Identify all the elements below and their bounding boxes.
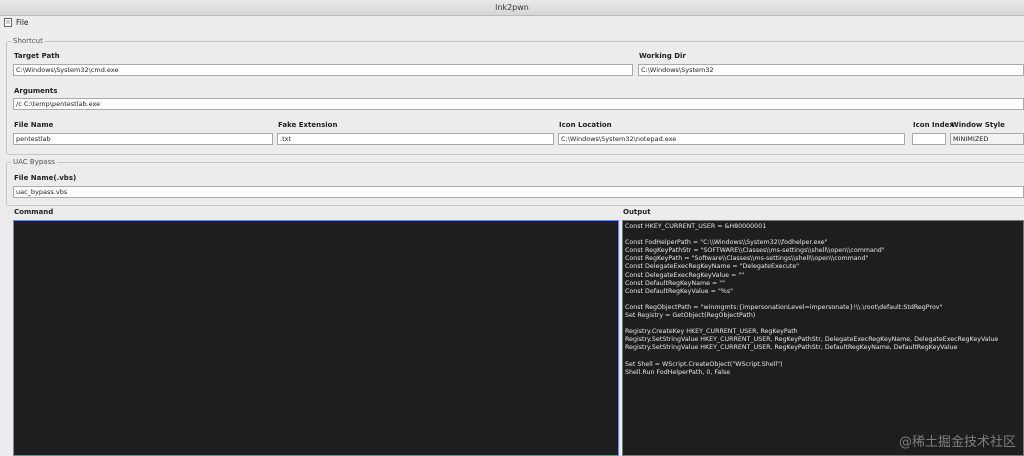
arguments-field[interactable]: /c C:\temp\pentestlab.exe (13, 98, 1024, 110)
file-name-field[interactable]: pentestlab (13, 133, 273, 145)
icon-location-field[interactable]: C:\Windows\System32\notepad.exe (558, 133, 905, 145)
working-dir-field[interactable]: C:\Windows\System32 (638, 64, 1024, 76)
window-style-label: Window Style (951, 121, 1005, 129)
icon-index-label: Icon Index (913, 121, 954, 129)
arguments-label: Arguments (14, 87, 58, 95)
fake-extension-field[interactable]: .txt (277, 133, 554, 145)
watermark: @稀土掘金技术社区 (898, 435, 1016, 450)
command-textarea[interactable] (13, 220, 619, 456)
file-name-label: File Name (14, 121, 54, 129)
icon-index-field[interactable] (912, 133, 946, 145)
target-path-field[interactable]: C:\Windows\System32\cmd.exe (13, 64, 633, 76)
output-text: Const HKEY_CURRENT_USER = &H80000001 Con… (625, 223, 999, 376)
window-title: lnk2pwn (495, 3, 529, 12)
uac-bypass-legend: UAC Bypass (13, 158, 55, 166)
window-style-value: MINIMIZED (953, 135, 989, 143)
icon-location-label: Icon Location (559, 121, 612, 129)
command-label: Command (14, 208, 54, 216)
vbs-file-name-field[interactable]: uac_bypass.vbs (13, 186, 1024, 198)
file-menu-icon[interactable] (4, 18, 12, 27)
window-style-select[interactable]: MINIMIZED (950, 133, 1024, 145)
fake-extension-label: Fake Extension (278, 121, 338, 129)
file-menu[interactable]: File (16, 18, 29, 27)
uac-bypass-group: UAC Bypass (6, 158, 1024, 206)
vbs-file-name-label: File Name(.vbs) (14, 174, 77, 182)
menu-bar: File (0, 16, 1024, 30)
output-label: Output (623, 208, 651, 216)
title-bar: lnk2pwn (0, 0, 1024, 16)
working-dir-label: Working Dir (639, 52, 686, 60)
shortcut-legend: Shortcut (13, 37, 43, 45)
target-path-label: Target Path (14, 52, 60, 60)
